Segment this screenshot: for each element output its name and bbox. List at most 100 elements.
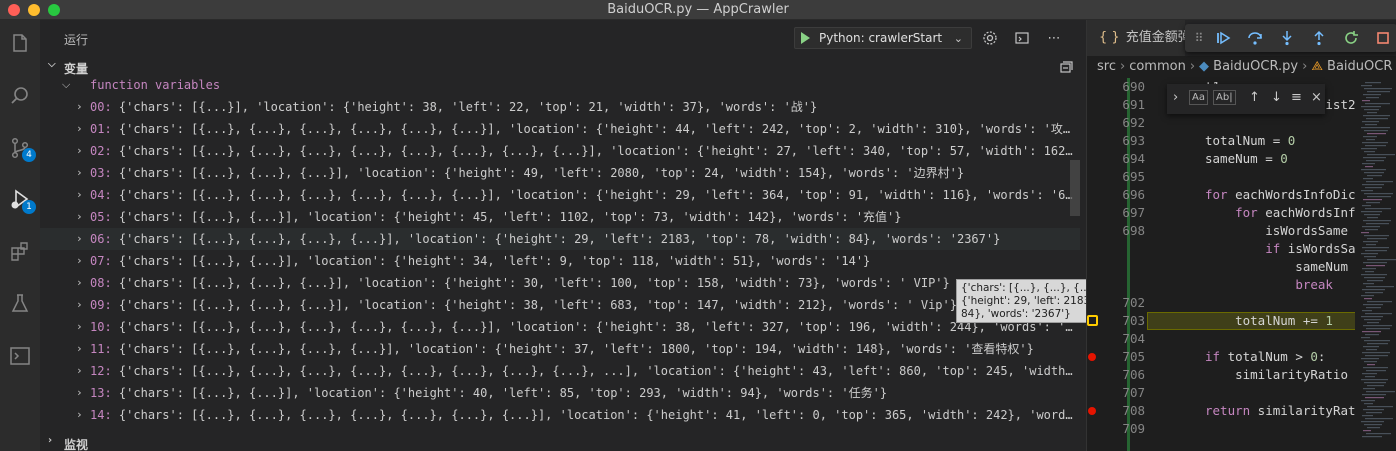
more-actions-icon[interactable]: ⋯ (1044, 28, 1064, 48)
variables-section-header[interactable]: ⌵ 变量 (40, 56, 1086, 78)
debug-console-icon[interactable] (1012, 28, 1032, 48)
activity-run-debug[interactable]: 1 (0, 180, 40, 220)
variable-index: 12: (90, 364, 112, 378)
previous-match-icon[interactable]: ↑ (1249, 90, 1260, 105)
variable-row[interactable]: › 04: {'chars': [{...}, {...}, {...}, {..… (40, 184, 1080, 206)
code-line[interactable]: 692 (1087, 114, 1396, 132)
variable-row[interactable]: › 08: {'chars': [{...}, {...}, {...}], 'l… (40, 272, 1080, 294)
chevron-right-icon[interactable]: › (76, 294, 83, 316)
chevron-right-icon[interactable]: › (76, 272, 83, 294)
code-line[interactable]: 695 (1087, 168, 1396, 186)
chevron-right-icon[interactable]: › (76, 162, 83, 184)
continue-icon[interactable] (1213, 28, 1233, 48)
chevron-right-icon[interactable]: › (76, 316, 83, 338)
code-line[interactable]: 702 (1087, 294, 1396, 312)
match-case-toggle[interactable]: Aa (1189, 90, 1208, 105)
close-icon[interactable]: × (1311, 90, 1322, 105)
code-line[interactable]: 703 totalNum += 1 (1087, 312, 1396, 330)
breadcrumb-item[interactable]: common (1129, 59, 1186, 74)
variable-row[interactable]: › 14: {'chars': [{...}, {...}, {...}, {..… (40, 404, 1080, 426)
variable-value: {'chars': [{...}, {...}, {...}, {...}, {… (118, 320, 1076, 334)
breadcrumb-item[interactable]: BaiduOCR (1327, 59, 1392, 74)
variable-row[interactable]: › 05: {'chars': [{...}, {...}], 'location… (40, 206, 1080, 228)
collapse-all-icon[interactable] (1058, 59, 1074, 75)
activity-terminal[interactable] (0, 336, 40, 376)
variables-scrollbar[interactable] (1070, 160, 1080, 216)
chevron-right-icon[interactable]: › (1173, 90, 1178, 105)
variable-index: 05: (90, 210, 112, 224)
code-line[interactable]: 706 similarityRatio (1087, 366, 1396, 384)
activity-source-control[interactable]: 4 (0, 128, 40, 168)
code-line[interactable]: 704 (1087, 330, 1396, 348)
line-number: 696 (1122, 187, 1145, 202)
variable-index: 14: (90, 408, 112, 422)
step-over-icon[interactable] (1245, 28, 1265, 48)
chevron-right-icon[interactable]: › (76, 228, 83, 250)
launch-config-name: Python: crawlerStart (819, 31, 943, 45)
code-line[interactable]: if isWordsSa (1087, 240, 1396, 258)
watch-header-label: 监视 (64, 438, 89, 451)
step-into-icon[interactable] (1277, 28, 1297, 48)
watch-section-header[interactable]: › 监视 (40, 432, 1086, 451)
variable-row[interactable]: › 07: {'chars': [{...}, {...}], 'location… (40, 250, 1080, 272)
variable-row[interactable]: › 10: {'chars': [{...}, {...}, {...}, {..… (40, 316, 1080, 338)
editor-tab[interactable]: { } 充值金额弹 (1087, 20, 1185, 56)
code-line[interactable]: 696 for eachWordsInfoDic (1087, 186, 1396, 204)
chevron-right-icon[interactable]: › (76, 118, 83, 140)
gear-icon[interactable] (980, 28, 1000, 48)
step-out-icon[interactable] (1309, 28, 1329, 48)
activity-extensions[interactable] (0, 232, 40, 272)
variable-row[interactable]: › 03: {'chars': [{...}, {...}, {...}], 'l… (40, 162, 1080, 184)
code-line[interactable]: 698 isWordsSame (1087, 222, 1396, 240)
drag-handle-icon[interactable]: ⠿ (1189, 28, 1209, 48)
variable-row[interactable]: › 01: {'chars': [{...}, {...}, {...}, {..… (40, 118, 1080, 140)
chevron-right-icon[interactable]: › (76, 404, 83, 426)
chevron-right-icon[interactable]: › (76, 250, 83, 272)
variable-row[interactable]: › 06: {'chars': [{...}, {...}, {...}, {..… (40, 228, 1080, 250)
breakpoint-icon[interactable] (1088, 353, 1096, 361)
run-label: 运行 (64, 33, 89, 47)
code-line[interactable]: 709 (1087, 420, 1396, 438)
activity-search[interactable] (0, 76, 40, 116)
breadcrumb-item[interactable]: src (1097, 59, 1116, 74)
code-text: for eachWordsInfoDic (1205, 187, 1356, 202)
chevron-right-icon[interactable]: › (76, 338, 83, 360)
activity-explorer[interactable] (0, 24, 40, 64)
code-line[interactable]: 705 if totalNum > 0: (1087, 348, 1396, 366)
code-line[interactable]: 694 sameNum = 0 (1087, 150, 1396, 168)
activity-testing[interactable] (0, 284, 40, 324)
variable-row[interactable]: › 02: {'chars': [{...}, {...}, {...}, {..… (40, 140, 1080, 162)
start-debug-icon[interactable] (801, 32, 810, 44)
code-line[interactable]: 708 return similarityRat (1087, 402, 1396, 420)
code-line[interactable]: 707 (1087, 384, 1396, 402)
chevron-right-icon[interactable]: › (76, 96, 83, 118)
launch-config-select[interactable]: Python: crawlerStart ⌄ (794, 27, 972, 49)
variable-index: 00: (90, 100, 112, 114)
code-line[interactable]: 693 totalNum = 0 (1087, 132, 1396, 150)
code-line[interactable]: break (1087, 276, 1396, 294)
match-whole-word-toggle[interactable]: Ab| (1213, 90, 1236, 105)
breadcrumb-item[interactable]: BaiduOCR.py (1213, 59, 1298, 74)
find-in-selection-icon[interactable]: ≡ (1291, 90, 1302, 105)
chevron-right-icon[interactable]: › (76, 184, 83, 206)
code-line[interactable]: sameNum (1087, 258, 1396, 276)
variable-row[interactable]: › 09: {'chars': [{...}, {...}, {...}], 'l… (40, 294, 1080, 316)
run-debug-badge: 1 (22, 200, 36, 214)
variable-row[interactable]: › 12: {'chars': [{...}, {...}, {...}, {..… (40, 360, 1080, 382)
chevron-right-icon[interactable]: › (76, 140, 83, 162)
code-editor[interactable]: 690t1691wordsResultDictList2692693totalN… (1087, 78, 1396, 451)
next-match-icon[interactable]: ↓ (1271, 90, 1282, 105)
restart-icon[interactable] (1341, 28, 1361, 48)
chevron-right-icon[interactable]: › (76, 382, 83, 404)
variable-row[interactable]: › 11: {'chars': [{...}, {...}, {...}, {..… (40, 338, 1080, 360)
minimap[interactable] (1355, 78, 1396, 451)
scope-row[interactable]: ⌵ function variables (40, 78, 1080, 96)
variable-row[interactable]: › 00: {'chars': [{...}], 'location': {'he… (40, 96, 1080, 118)
breakpoint-icon[interactable] (1088, 407, 1096, 415)
debug-toolbar: ⠿ (1185, 24, 1396, 52)
chevron-right-icon[interactable]: › (76, 360, 83, 382)
stop-icon[interactable] (1373, 28, 1393, 48)
code-line[interactable]: 697 for eachWordsInf (1087, 204, 1396, 222)
chevron-right-icon[interactable]: › (76, 206, 83, 228)
variable-row[interactable]: › 13: {'chars': [{...}, {...}], 'location… (40, 382, 1080, 404)
